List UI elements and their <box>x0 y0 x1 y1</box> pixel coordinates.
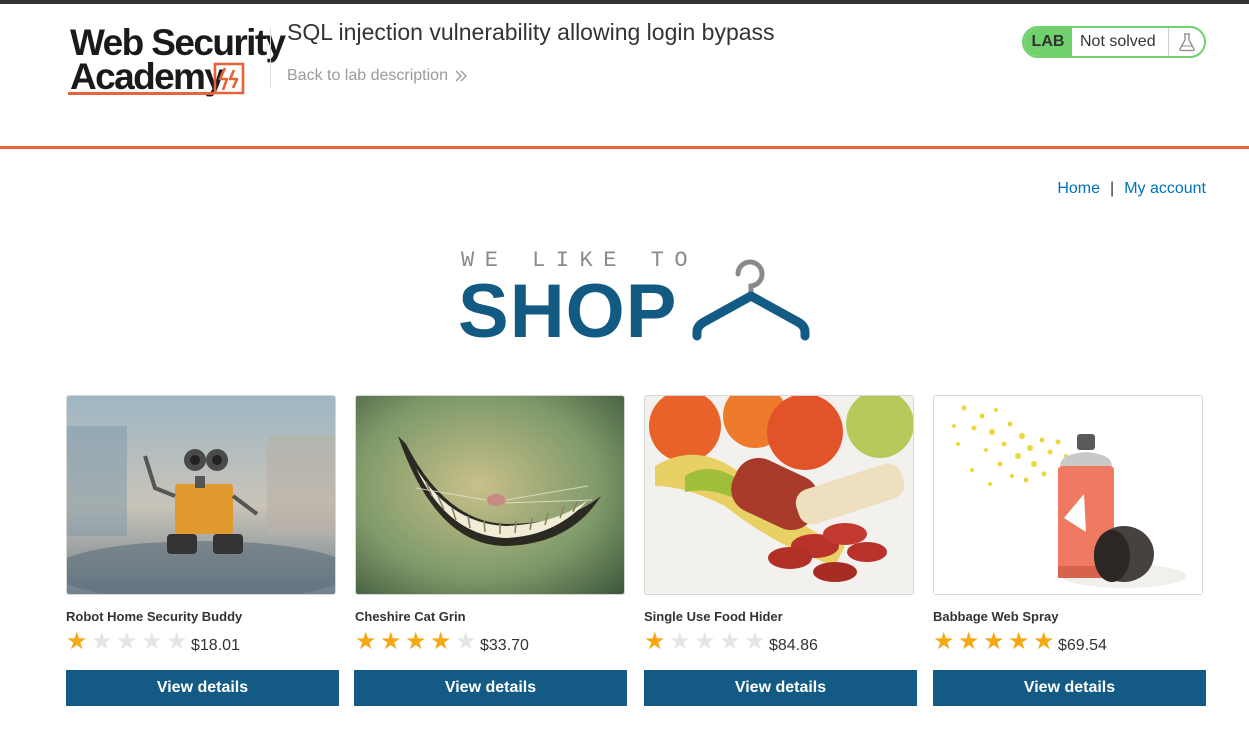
star-icon: ★ <box>380 628 402 655</box>
product-rating: ★ ★ ★ ★ ★ <box>644 628 769 655</box>
star-icon: ★ <box>694 628 716 655</box>
lab-badge: LAB <box>1024 28 1072 56</box>
my-account-link[interactable]: My account <box>1124 180 1206 198</box>
shop-banner: WE LIKE TO SHOP <box>458 248 818 352</box>
star-icon: ★ <box>958 628 980 655</box>
star-icon: ★ <box>719 628 741 655</box>
view-details-button[interactable]: View details <box>66 670 339 706</box>
header-divider <box>270 28 271 88</box>
star-icon: ★ <box>1008 628 1030 655</box>
star-icon: ★ <box>744 628 766 655</box>
star-icon: ★ <box>91 628 113 655</box>
product-card: Cheshire Cat Grin ★ ★ ★ ★ ★ $33.70 View deta… <box>354 395 628 706</box>
product-name: Single Use Food Hider <box>644 609 783 624</box>
chevron-double-right-icon <box>455 70 467 82</box>
product-price: $69.54 <box>1058 637 1107 654</box>
star-icon: ★ <box>644 628 666 655</box>
star-icon: ★ <box>933 628 955 655</box>
lightning-bracket-icon <box>213 62 245 95</box>
product-card: Babbage Web Spray ★ ★ ★ ★ ★ $69.54 View deta… <box>933 395 1206 706</box>
product-name: Babbage Web Spray <box>933 609 1059 624</box>
lab-status-widget: LAB Not solved <box>1022 26 1206 58</box>
star-icon: ★ <box>430 628 452 655</box>
product-rating: ★ ★ ★ ★ ★ <box>933 628 1058 655</box>
product-name: Robot Home Security Buddy <box>66 609 243 624</box>
back-link-label: Back to lab description <box>287 67 448 84</box>
star-icon: ★ <box>455 628 477 655</box>
product-price: $18.01 <box>191 637 240 654</box>
star-icon: ★ <box>983 628 1005 655</box>
star-icon: ★ <box>405 628 427 655</box>
clothes-hanger-icon <box>692 259 810 341</box>
header-orange-rule <box>0 146 1249 149</box>
product-image-cheshire-cat <box>355 395 625 595</box>
star-icon: ★ <box>355 628 377 655</box>
view-details-button[interactable]: View details <box>644 670 917 706</box>
product-image-food-hider <box>644 395 914 595</box>
view-details-button[interactable]: View details <box>933 670 1206 706</box>
product-rating: ★ ★ ★ ★ ★ <box>66 628 191 655</box>
logo-line-2: Academy <box>70 56 225 97</box>
view-details-button[interactable]: View details <box>354 670 627 706</box>
banner-title: SHOP <box>458 269 678 354</box>
product-image-robot <box>66 395 336 595</box>
star-icon: ★ <box>141 628 163 655</box>
product-card: Robot Home Security Buddy ★ ★ ★ ★ ★ $18.01 V… <box>66 395 339 706</box>
product-price: $33.70 <box>480 637 529 654</box>
product-price: $84.86 <box>769 637 818 654</box>
star-icon: ★ <box>66 628 88 655</box>
lab-status-text: Not solved <box>1080 33 1156 50</box>
star-icon: ★ <box>166 628 188 655</box>
product-card: Single Use Food Hider ★ ★ ★ ★ ★ $84.86 View … <box>644 395 917 706</box>
home-link[interactable]: Home <box>1057 180 1100 198</box>
product-name: Cheshire Cat Grin <box>355 609 466 624</box>
star-icon: ★ <box>116 628 138 655</box>
back-to-lab-description-link[interactable]: Back to lab description <box>287 67 468 85</box>
product-image-web-spray <box>933 395 1203 595</box>
nav-separator: | <box>1110 180 1115 197</box>
web-security-academy-logo[interactable]: Web Security Academy <box>66 24 286 100</box>
top-nav: Home | My account <box>1057 180 1206 198</box>
product-rating: ★ ★ ★ ★ ★ <box>355 628 480 655</box>
logo-underline <box>68 92 214 95</box>
flask-icon <box>1168 28 1204 56</box>
star-icon: ★ <box>669 628 691 655</box>
star-icon: ★ <box>1033 628 1055 655</box>
lab-title: SQL injection vulnerability allowing log… <box>287 19 775 45</box>
academy-header: Web Security Academy SQL injection vulne… <box>0 4 1249 146</box>
